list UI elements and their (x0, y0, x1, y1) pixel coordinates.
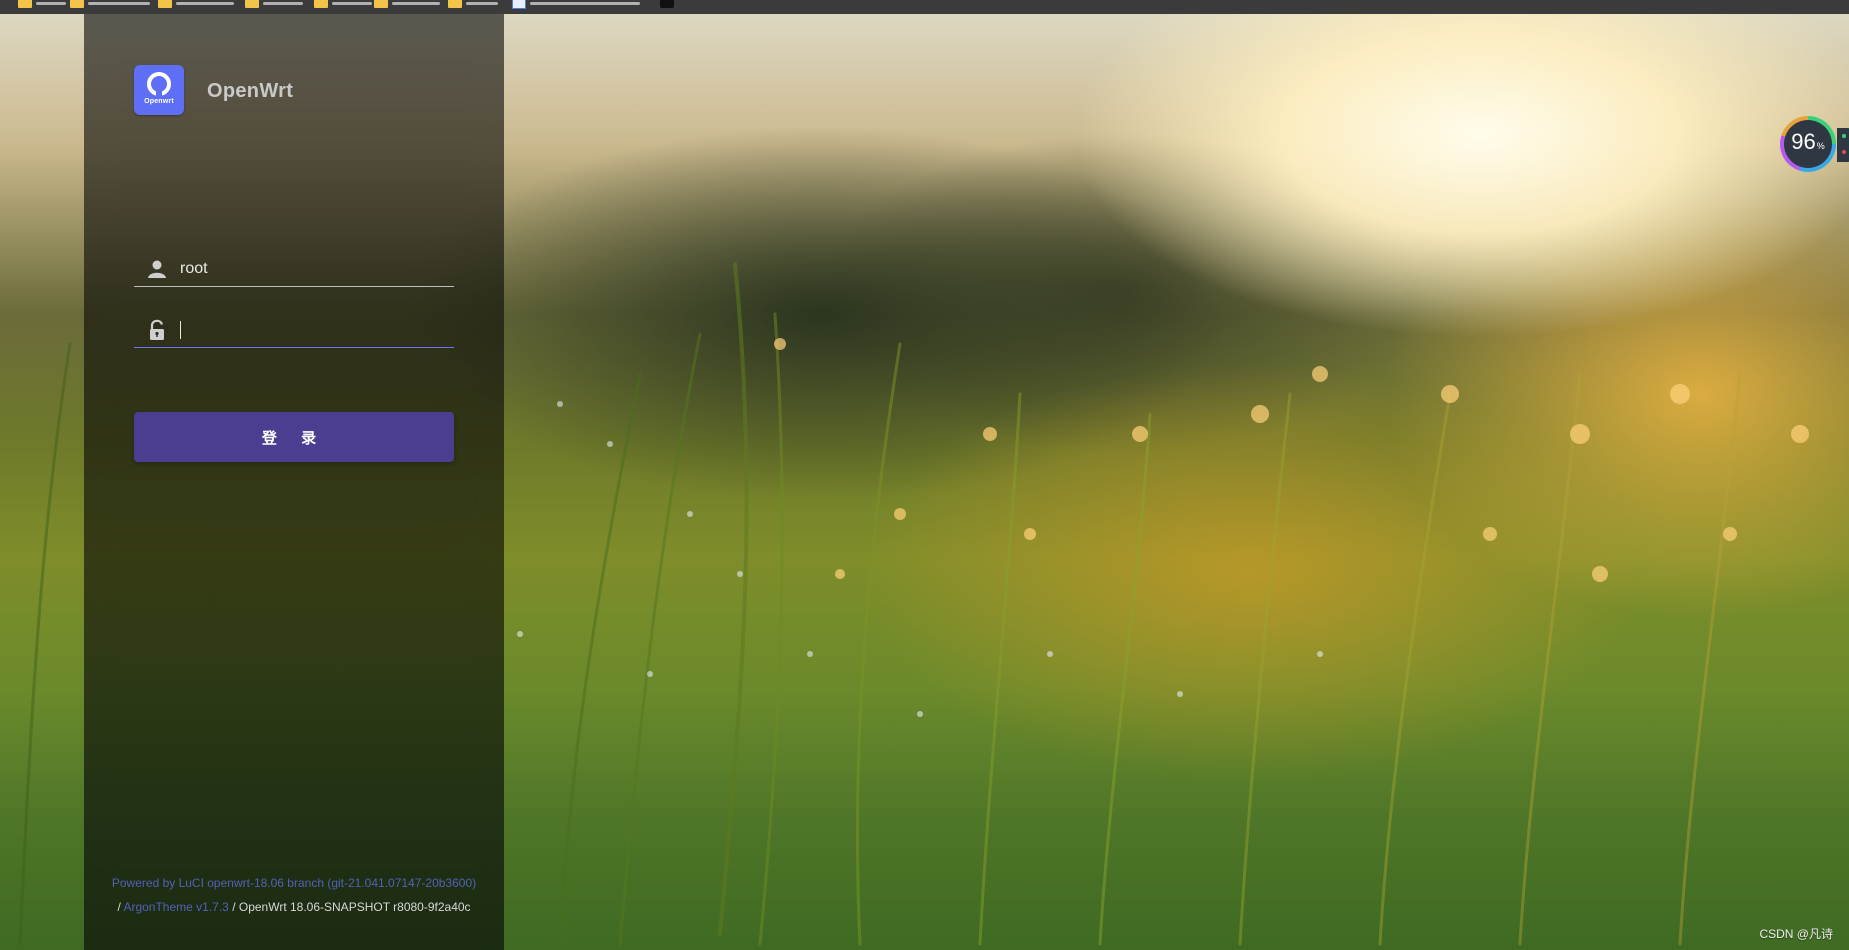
bookmark-item[interactable] (245, 0, 303, 9)
folder-icon (158, 0, 172, 8)
bookmark-item[interactable] (512, 0, 640, 9)
username-field[interactable] (134, 252, 454, 287)
page-icon (512, 0, 526, 9)
argon-theme-link[interactable]: ArgonTheme v1.7.3 (123, 900, 228, 914)
login-button[interactable]: 登 录 (134, 412, 454, 462)
gauge-ring: 96 % (1780, 116, 1836, 172)
gauge-unit: % (1816, 141, 1825, 151)
password-input[interactable] (181, 316, 454, 344)
bookmark-item[interactable] (314, 0, 372, 9)
widget-tab[interactable] (1837, 128, 1849, 162)
folder-icon (448, 0, 462, 8)
bookmark-item[interactable] (18, 0, 66, 9)
folder-icon (245, 0, 259, 8)
footer-powered-by: Powered by LuCI openwrt-18.06 branch (gi… (111, 876, 477, 890)
openwrt-logo: Openwrt (134, 65, 184, 115)
app-icon (660, 0, 674, 8)
login-sidebar: Openwrt OpenWrt 登 录 Powered by LuCI open… (84, 14, 504, 950)
bookmark-item[interactable] (374, 0, 440, 9)
username-input[interactable] (180, 255, 454, 283)
bookmark-item[interactable] (448, 0, 498, 9)
watermark: CSDN @凡诗 (1759, 927, 1833, 941)
bookmark-item[interactable] (660, 0, 674, 9)
gauge-center: 96 % (1784, 120, 1832, 168)
unlock-icon (146, 319, 168, 341)
power-icon (147, 71, 171, 96)
bookmark-item[interactable] (70, 0, 150, 9)
logo-text: Openwrt (144, 97, 174, 105)
speed-widget[interactable]: 96 % (1780, 116, 1849, 176)
gauge-value: 96 (1791, 129, 1816, 154)
folder-icon (70, 0, 84, 8)
bookmark-item[interactable] (158, 0, 234, 9)
folder-icon (374, 0, 388, 8)
footer-version: / ArgonTheme v1.7.3 / OpenWrt 18.06-SNAP… (84, 900, 504, 914)
footer-openwrt-version: / OpenWrt 18.06-SNAPSHOT r8080-9f2a40c (228, 900, 471, 914)
brand-title: OpenWrt (207, 80, 294, 102)
folder-icon (18, 0, 32, 8)
bookmarks-bar (0, 0, 1849, 14)
user-icon (146, 258, 168, 280)
folder-icon (314, 0, 328, 8)
password-field[interactable] (134, 313, 454, 348)
